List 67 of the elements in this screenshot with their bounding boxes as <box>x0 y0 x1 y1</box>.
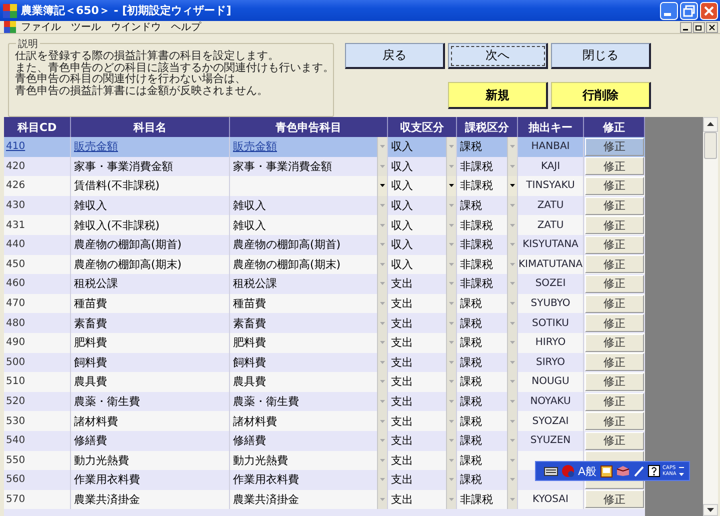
edit-button[interactable]: 修正 <box>585 353 644 372</box>
restore-icon[interactable] <box>693 22 705 32</box>
keyboard-icon[interactable] <box>544 466 558 476</box>
edit-button[interactable]: 修正 <box>585 157 644 176</box>
edit-button[interactable]: 修正 <box>585 138 644 156</box>
edit-button[interactable]: 修正 <box>585 334 644 352</box>
scrollbar[interactable] <box>703 117 718 516</box>
description-text: 青色申告の損益計算書には金額が反映されません。 <box>15 84 269 96</box>
edit-button[interactable]: 修正 <box>585 432 644 450</box>
edit-button[interactable]: 修正 <box>585 216 644 234</box>
table-row[interactable]: 520 農薬・衛生費 農薬・衛生費 支出 課税 NOYAKU 修正 <box>4 392 645 412</box>
scroll-up-icon[interactable] <box>703 117 718 132</box>
table-row[interactable]: 431 雑収入(不非課税) 雑収入 収入 非課税 ZATU 修正 <box>4 215 645 235</box>
edit-button[interactable]: 修正 <box>585 372 644 391</box>
edit-button[interactable]: 修正 <box>585 274 644 293</box>
table-row[interactable]: 426 賃借料(不非課税) 収入 非課税 TINSYAKU 修正 <box>4 176 645 196</box>
table-row[interactable]: 420 家事・事業消費金額 家事・事業消費金額 収入 非課税 KAJI 修正 <box>4 156 645 176</box>
app-icon <box>4 21 16 33</box>
pen-icon[interactable] <box>632 465 645 477</box>
menu-item[interactable]: ファイル <box>16 20 66 34</box>
menu-item[interactable]: ツール <box>66 20 106 34</box>
nav-button[interactable]: 戻る <box>345 43 445 69</box>
minimize-icon[interactable] <box>680 22 692 32</box>
edit-button[interactable]: 修正 <box>585 255 644 274</box>
help-icon[interactable] <box>648 465 660 477</box>
description-text: 青色申告の科目の関連付けを行わない場合は、 <box>15 73 246 84</box>
caret-icon[interactable] <box>380 184 385 188</box>
scroll-down-icon[interactable] <box>703 504 718 516</box>
table-row[interactable]: 430 雑収入 雑収入 収入 課税 ZATU 修正 <box>4 196 645 216</box>
table-row[interactable]: 450 農産物の棚卸高(期末) 農産物の棚卸高(期末) 収入 非課税 KIMATUTANA 修正 <box>4 254 645 274</box>
nav-button[interactable]: 閉じる <box>551 43 651 69</box>
options-icon[interactable] <box>679 464 686 478</box>
table-row[interactable]: 510 農具費 農具費 支出 課税 NOUGU 修正 <box>4 372 645 392</box>
edit-button[interactable]: 修正 <box>585 176 644 195</box>
table-row[interactable]: 530 諸材料費 諸材料費 支出 課税 SYOZAI 修正 <box>4 411 645 431</box>
action-button[interactable]: 行削除 <box>551 82 651 109</box>
table-row[interactable]: 490 肥料費 肥料費 支出 課税 HIRYO 修正 <box>4 332 645 353</box>
edit-button[interactable]: 修正 <box>585 490 644 508</box>
table-row[interactable]: 570 農業共済掛金 農業共済掛金 支出 非課税 KYOSAI 修正 <box>4 490 645 510</box>
table-row[interactable]: 440 農産物の棚卸高(期首) 農産物の棚卸高(期首) 収入 非課税 KISYUTANA 修正 <box>4 234 645 255</box>
pad-icon[interactable] <box>600 464 613 478</box>
edit-button[interactable]: 修正 <box>585 392 644 411</box>
table-row[interactable]: 470 種苗費 種苗費 支出 課税 SYUBYO 修正 <box>4 294 645 314</box>
box-icon[interactable] <box>616 465 630 477</box>
edit-button[interactable]: 修正 <box>585 314 644 332</box>
action-button[interactable]: 新規 <box>448 82 548 109</box>
caret-icon[interactable] <box>510 184 515 188</box>
edit-button[interactable]: 修正 <box>585 412 644 430</box>
close-icon[interactable] <box>706 22 718 32</box>
table-row[interactable]: 500 飼料費 飼料費 支出 課税 SIRYO 修正 <box>4 352 645 372</box>
scroll-thumb[interactable] <box>704 132 717 159</box>
edit-button[interactable]: 修正 <box>585 236 644 254</box>
window-title: 農業簿記＜650＞ - [初期設定ウィザード] <box>21 3 232 18</box>
description-text: また、青色申告のどの科目に該当するかの関連付けも行います。 <box>15 62 327 73</box>
edit-button[interactable]: 修正 <box>585 294 644 313</box>
table-row[interactable]: 410 販売金額 販売金額 収入 課税 HANBAI 修正 <box>4 137 645 157</box>
table-row[interactable]: 540 修繕費 修繕費 支出 課税 SYUZEN 修正 <box>4 430 645 450</box>
menu-item[interactable]: ヘルプ <box>166 20 206 34</box>
table-row[interactable]: 460 租税公課 租税公課 支出 非課税 SOZEI 修正 <box>4 274 645 294</box>
group-title: 説明 <box>16 37 40 51</box>
nav-button[interactable]: 次へ <box>448 43 548 69</box>
description-text: 仕訳を登録する際の損益計算書の科目を設定します。 <box>15 50 280 62</box>
menu-item[interactable]: ウインドウ <box>106 20 166 34</box>
table-row[interactable]: 480 素畜費 素畜費 支出 課税 SOTIKU 修正 <box>4 313 645 333</box>
app-icon <box>3 4 17 18</box>
caret-icon[interactable] <box>449 184 454 188</box>
edit-button[interactable]: 修正 <box>585 196 644 215</box>
